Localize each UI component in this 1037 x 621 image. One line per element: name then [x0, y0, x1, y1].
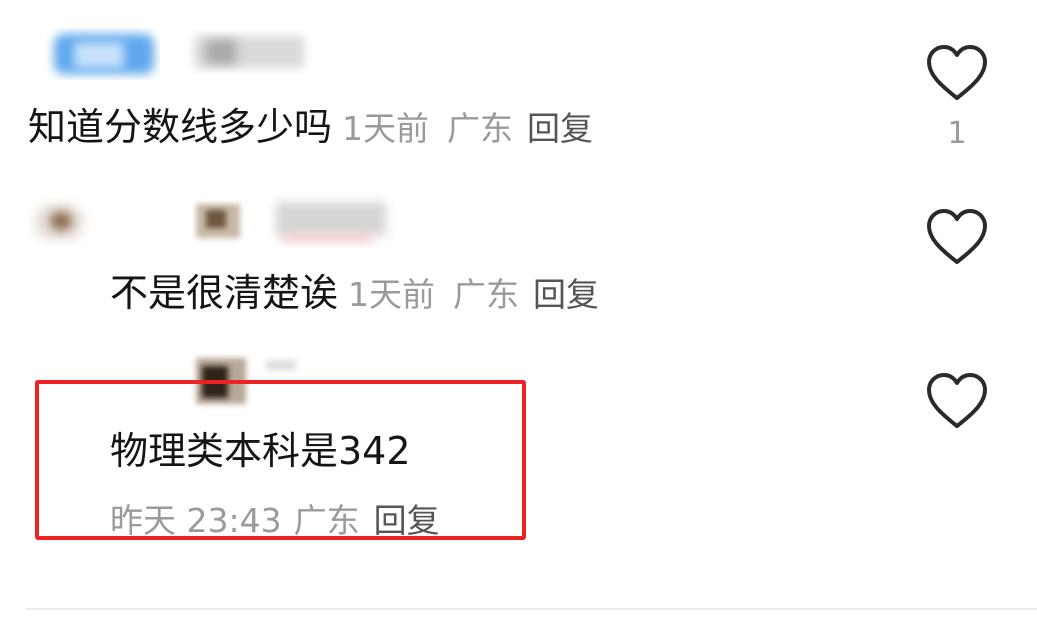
avatar[interactable] [190, 198, 246, 244]
comment-time: 1天前 [348, 275, 436, 314]
username[interactable] [262, 356, 302, 376]
comment-meta: 昨天 23:43 广东 回复 [110, 501, 440, 541]
comment-location: 广东 [453, 275, 520, 314]
comment-body: 知道分数线多少吗 [28, 105, 333, 149]
reply-button[interactable]: 回复 [527, 109, 593, 148]
comment-body: 不是很清楚诶 [110, 271, 339, 315]
heart-outline-icon[interactable] [925, 208, 989, 266]
comment-meta: 1天前 广东 回复 [348, 275, 599, 314]
username[interactable] [186, 30, 316, 74]
reply-button[interactable]: 回复 [374, 501, 440, 540]
avatar-blurred-left [28, 196, 98, 246]
comment-text: 不是很清楚诶 1天前 广东 回复 [110, 270, 599, 318]
comment-time: 1天前 [342, 109, 430, 148]
username[interactable] [268, 192, 398, 248]
divider [26, 608, 1037, 610]
comment-location: 广东 [293, 501, 360, 540]
avatar[interactable] [44, 28, 160, 80]
like-count: 1 [947, 116, 967, 151]
comment-text: 物理类本科是342 [110, 429, 411, 473]
comment-text: 知道分数线多少吗 1天前 广东 回复 [28, 104, 593, 152]
comment-time: 昨天 23:43 [110, 501, 282, 540]
comment-meta: 1天前 广东 回复 [342, 109, 593, 148]
comment-location: 广东 [447, 109, 514, 148]
reply-button[interactable]: 回复 [533, 275, 599, 314]
heart-outline-icon[interactable] [925, 372, 989, 430]
heart-outline-icon[interactable] [925, 44, 989, 102]
